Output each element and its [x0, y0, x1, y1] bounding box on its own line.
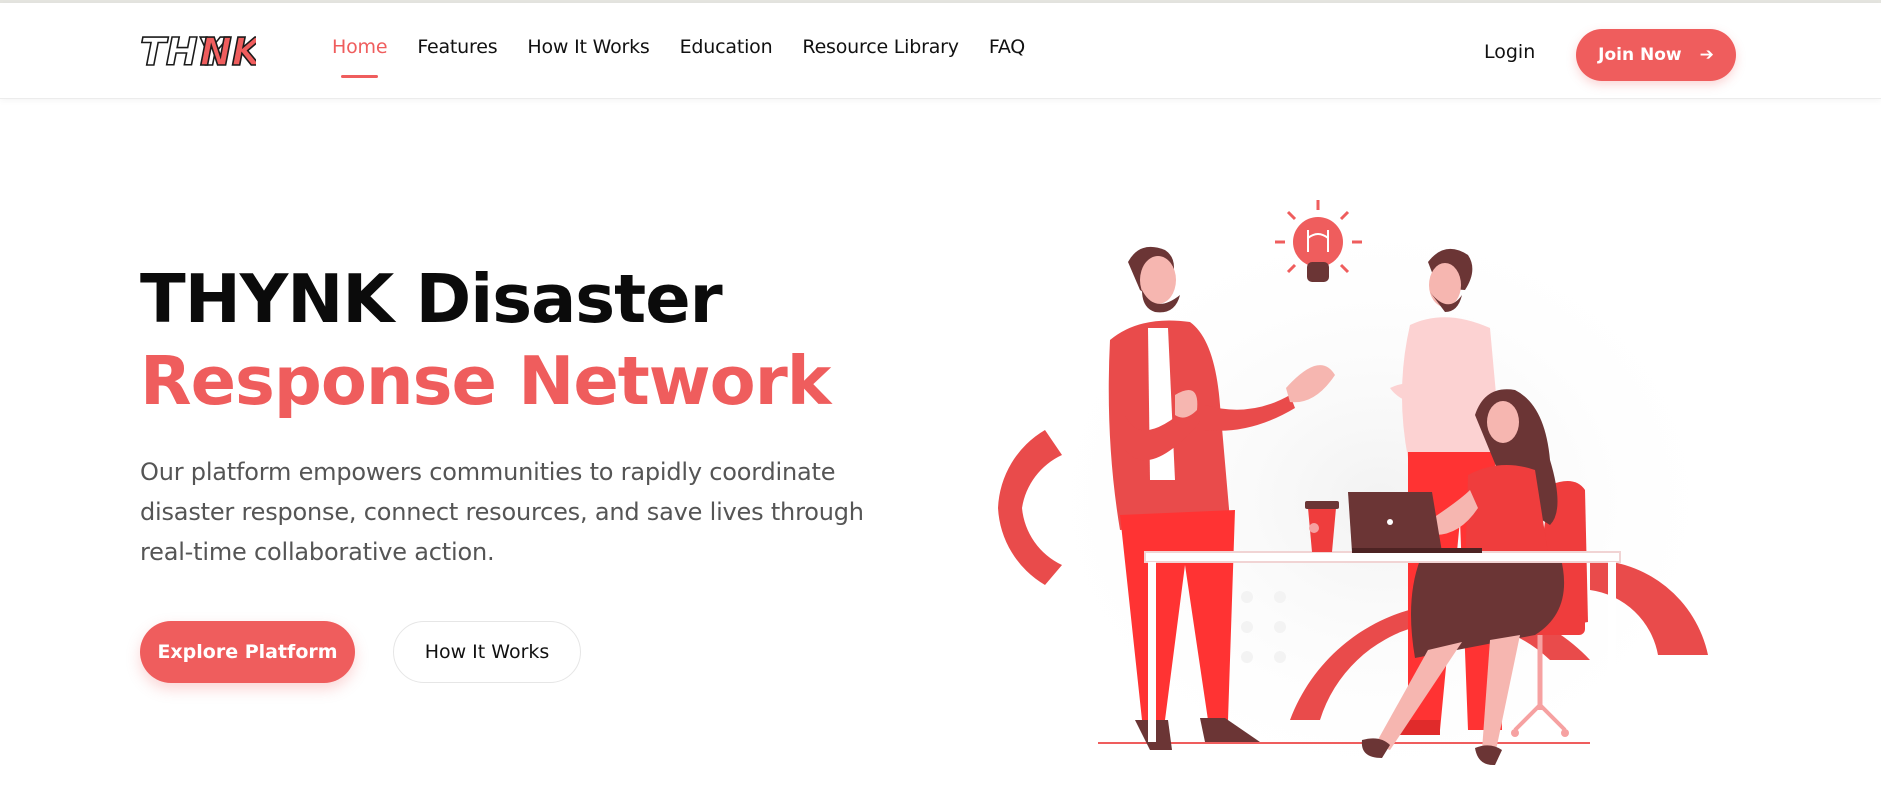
how-it-works-button[interactable]: How It Works	[393, 621, 581, 683]
site-header: THY NK Home Features How It Works Educat…	[0, 3, 1881, 99]
explore-platform-button[interactable]: Explore Platform	[140, 621, 355, 683]
hero-title-line2: Response Network	[140, 342, 831, 420]
join-now-label: Join Now	[1598, 45, 1682, 65]
team-collaboration-illustration	[998, 200, 1730, 790]
nav-item-home[interactable]: Home	[332, 36, 388, 78]
main-nav: Home Features How It Works Education Res…	[332, 36, 1055, 78]
logo-text-nk: NK	[200, 30, 256, 74]
nav-item-faq[interactable]: FAQ	[989, 36, 1025, 64]
logo[interactable]: THY NK	[138, 27, 256, 77]
nav-item-features[interactable]: Features	[417, 36, 497, 64]
hero-title-line1: THYNK Disaster	[140, 260, 723, 338]
arrow-right-icon: ➔	[1699, 45, 1714, 65]
hero-description: Our platform empowers communities to rap…	[140, 458, 864, 566]
nav-item-how-it-works[interactable]: How It Works	[527, 36, 649, 64]
hero-title: THYNK Disaster Response Network	[140, 258, 831, 422]
login-link[interactable]: Login	[1484, 41, 1535, 63]
join-now-button[interactable]: Join Now ➔	[1576, 29, 1736, 81]
nav-item-education[interactable]: Education	[680, 36, 773, 64]
nav-item-resource-library[interactable]: Resource Library	[802, 36, 959, 64]
